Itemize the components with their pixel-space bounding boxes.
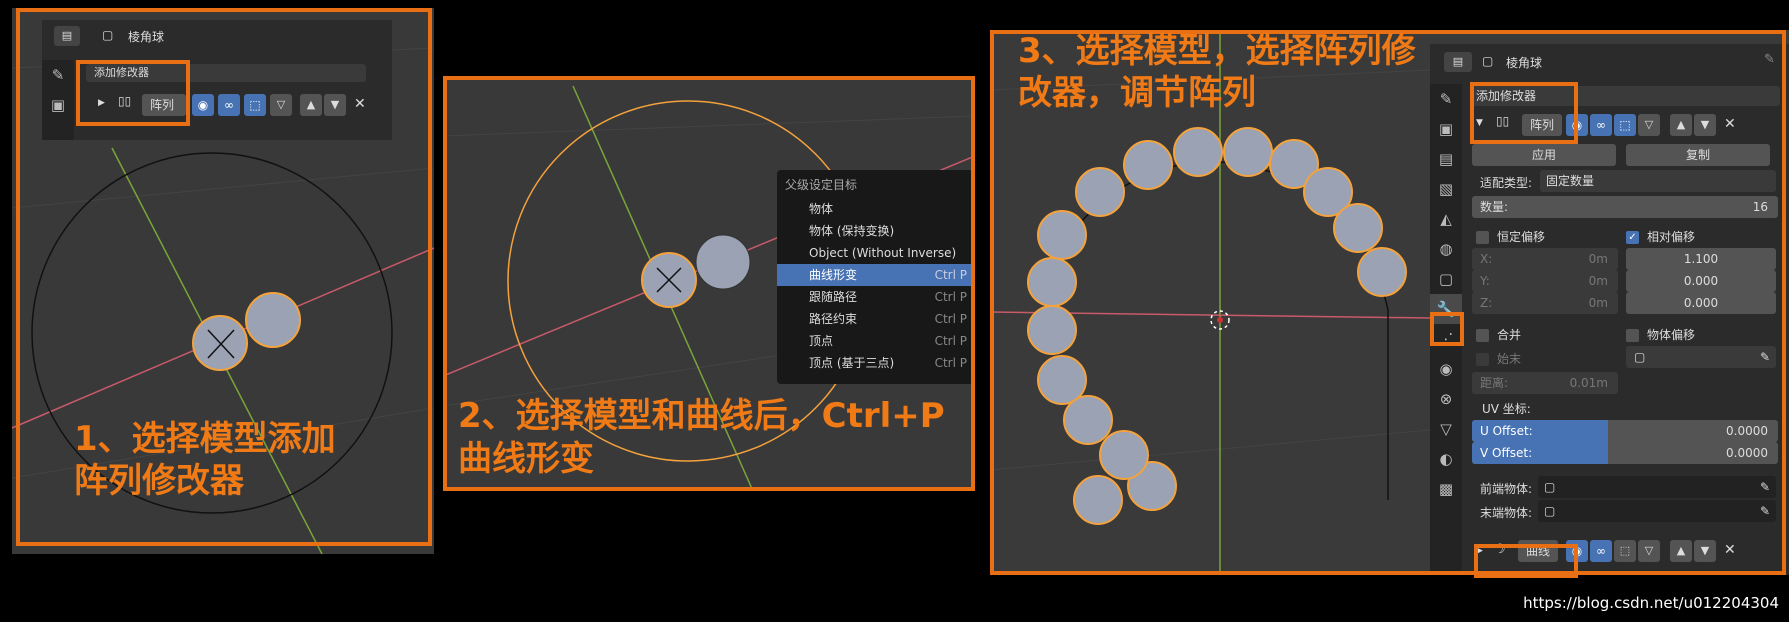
caption-1-line-2: 阵列修改器 [74, 461, 244, 501]
highlight-add-modifier-3 [1470, 82, 1578, 144]
caption-3-line-1: 3、选择模型，选择阵列修 [1018, 31, 1416, 71]
highlight-add-modifier-1 [76, 60, 190, 126]
highlight-wrench-tab [1430, 312, 1464, 346]
caption-3-line-2: 改器，调节阵列 [1018, 73, 1256, 113]
highlight-curve-modifier [1474, 544, 1578, 578]
caption-1-line-1: 1、选择模型添加 [74, 419, 336, 459]
caption-2-line-1: 2、选择模型和曲线后，Ctrl+P [458, 396, 945, 436]
caption-2-line-2: 曲线形变 [458, 439, 594, 479]
watermark-url: https://blog.csdn.net/u012204304 [1523, 594, 1779, 612]
